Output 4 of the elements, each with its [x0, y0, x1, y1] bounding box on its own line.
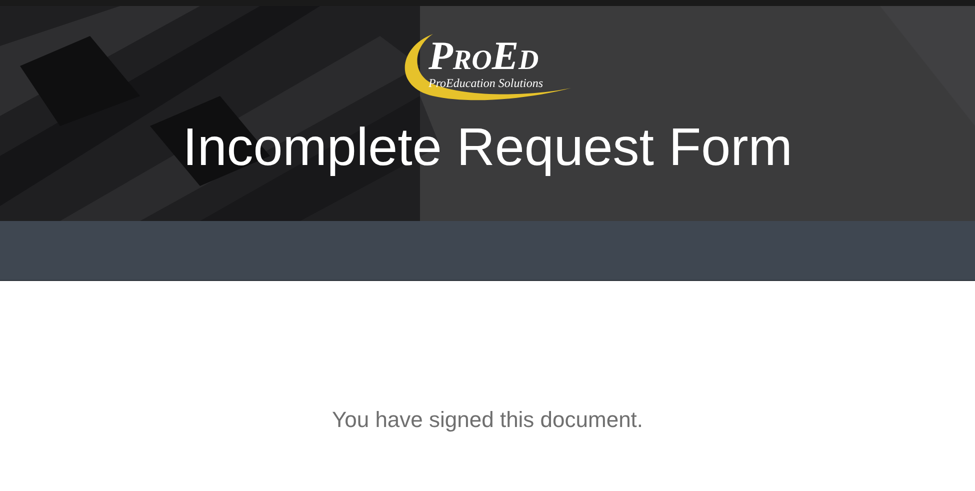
page-title: Incomplete Request Form: [182, 118, 792, 178]
logo-tagline: ProEducation Solutions: [428, 76, 544, 90]
status-message: You have signed this document.: [332, 406, 644, 434]
logo-name: ProEd: [428, 36, 539, 76]
